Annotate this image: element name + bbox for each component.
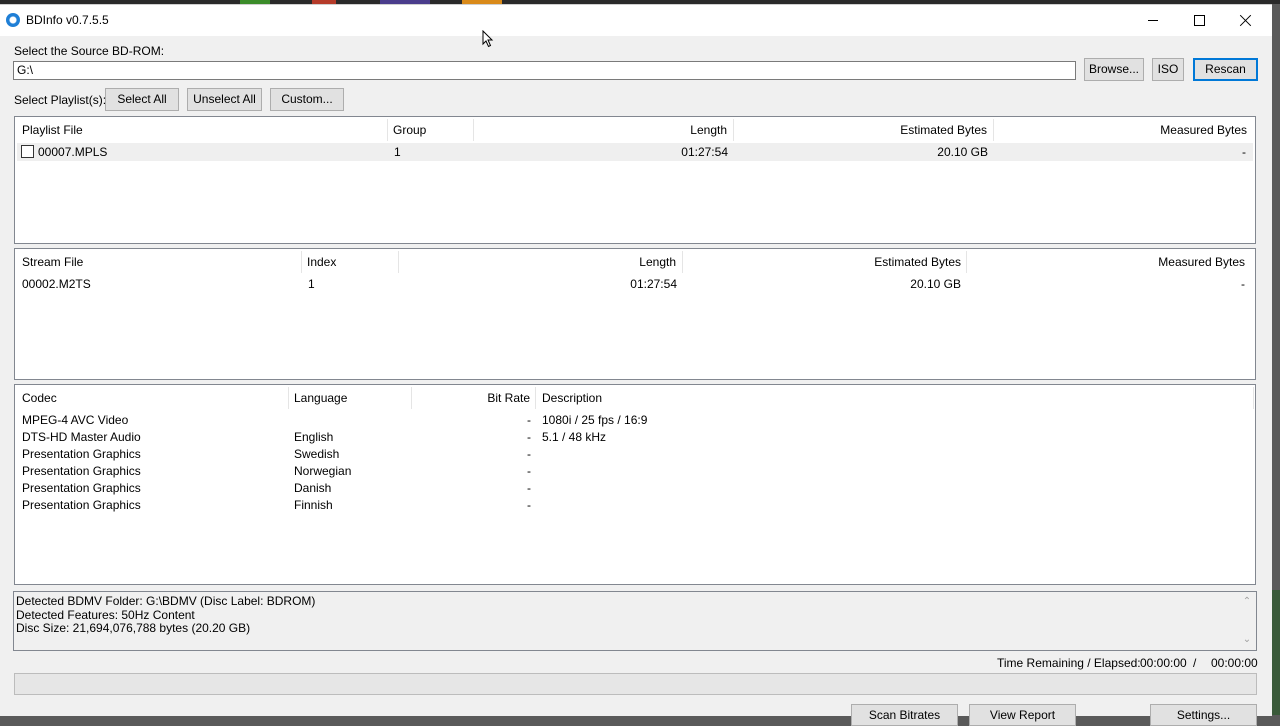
- bdinfo-window: BDInfo v0.7.5.5 Select the Source BD-ROM…: [0, 4, 1272, 726]
- info-line-folder: Detected BDMV Folder: G:\BDMV (Disc Labe…: [16, 594, 316, 608]
- stream-measured-cell: -: [1241, 277, 1245, 291]
- scroll-down-icon[interactable]: ⌄: [1241, 634, 1253, 645]
- bit-rate-cell: -: [527, 498, 531, 512]
- info-line-features: Detected Features: 50Hz Content: [16, 608, 195, 622]
- playlist-checkbox[interactable]: [21, 145, 34, 158]
- playlist-list[interactable]: Playlist File Group Length Estimated Byt…: [14, 116, 1256, 244]
- disc-info-textbox[interactable]: Detected BDMV Folder: G:\BDMV (Disc Labe…: [13, 591, 1257, 651]
- codec-cell: MPEG-4 AVC Video: [22, 413, 129, 427]
- column-header-bit-rate[interactable]: Bit Rate: [413, 391, 530, 405]
- language-cell: Swedish: [294, 447, 340, 461]
- maximize-button[interactable]: [1176, 5, 1222, 36]
- source-path-input[interactable]: G:\: [13, 61, 1076, 80]
- scroll-up-icon[interactable]: ⌃: [1241, 596, 1253, 607]
- column-header-stream-file[interactable]: Stream File: [22, 255, 83, 269]
- codec-cell: DTS-HD Master Audio: [22, 430, 141, 444]
- codec-cell: Presentation Graphics: [22, 481, 141, 495]
- time-separator: /: [1193, 656, 1197, 670]
- column-header-length[interactable]: Length: [400, 255, 676, 269]
- time-label: Time Remaining / Elapsed:: [997, 656, 1141, 670]
- stream-list[interactable]: Stream File Index Length Estimated Bytes…: [14, 248, 1256, 380]
- playlist-label: Select Playlist(s):: [14, 93, 107, 107]
- bdinfo-app-icon: [6, 13, 20, 27]
- column-header-length[interactable]: Length: [475, 123, 727, 137]
- minimize-icon: [1148, 20, 1158, 21]
- maximize-icon: [1194, 15, 1205, 26]
- browse-button[interactable]: Browse...: [1084, 58, 1144, 81]
- stream-estimated-cell: 20.10 GB: [910, 277, 961, 291]
- column-header-estimated-bytes[interactable]: Estimated Bytes: [684, 255, 961, 269]
- playlist-measured-cell: -: [1242, 145, 1246, 159]
- bit-rate-cell: -: [527, 413, 531, 427]
- scan-bitrates-button[interactable]: Scan Bitrates: [851, 704, 958, 726]
- column-header-estimated-bytes[interactable]: Estimated Bytes: [735, 123, 987, 137]
- settings-button[interactable]: Settings...: [1150, 704, 1257, 726]
- scan-progress-bar: [14, 673, 1257, 695]
- column-header-measured-bytes[interactable]: Measured Bytes: [995, 123, 1247, 137]
- description-cell: 1080i / 25 fps / 16:9: [542, 413, 648, 427]
- column-header-description[interactable]: Description: [542, 391, 602, 405]
- language-cell: Norwegian: [294, 464, 352, 478]
- codec-cell: Presentation Graphics: [22, 464, 141, 478]
- playlist-file-cell: 00007.MPLS: [38, 145, 108, 159]
- bit-rate-cell: -: [527, 447, 531, 461]
- language-cell: English: [294, 430, 334, 444]
- time-remaining: 00:00:00: [1140, 656, 1187, 670]
- description-cell: 5.1 / 48 kHz: [542, 430, 607, 444]
- language-cell: Finnish: [294, 498, 333, 512]
- close-button[interactable]: [1222, 5, 1268, 36]
- bit-rate-cell: -: [527, 430, 531, 444]
- column-header-language[interactable]: Language: [294, 391, 347, 405]
- stream-file-cell[interactable]: 00002.M2TS: [22, 277, 91, 291]
- stream-length-cell: 01:27:54: [630, 277, 677, 291]
- column-header-group[interactable]: Group: [393, 123, 426, 137]
- playlist-group-cell: 1: [394, 145, 401, 159]
- column-header-index[interactable]: Index: [307, 255, 336, 269]
- iso-button[interactable]: ISO: [1152, 58, 1184, 81]
- codec-cell: Presentation Graphics: [22, 447, 141, 461]
- minimize-button[interactable]: [1130, 5, 1176, 36]
- select-all-button[interactable]: Select All: [105, 88, 179, 111]
- desktop-background-edge: [1272, 590, 1280, 715]
- language-cell: Danish: [294, 481, 332, 495]
- column-header-codec[interactable]: Codec: [22, 391, 57, 405]
- column-header-playlist-file[interactable]: Playlist File: [22, 123, 83, 137]
- rescan-button[interactable]: Rescan: [1193, 58, 1258, 81]
- close-icon: [1240, 14, 1252, 26]
- custom-button[interactable]: Custom...: [270, 88, 344, 111]
- info-line-size: Disc Size: 21,694,076,788 bytes (20.20 G…: [16, 621, 251, 635]
- playlist-estimated-cell: 20.10 GB: [937, 145, 988, 159]
- source-label: Select the Source BD-ROM:: [14, 44, 165, 58]
- title-bar[interactable]: BDInfo v0.7.5.5: [0, 5, 1272, 36]
- codec-cell: Presentation Graphics: [22, 498, 141, 512]
- playlist-length-cell: 01:27:54: [681, 145, 728, 159]
- unselect-all-button[interactable]: Unselect All: [187, 88, 262, 111]
- window-title: BDInfo v0.7.5.5: [26, 13, 109, 27]
- column-header-measured-bytes[interactable]: Measured Bytes: [968, 255, 1245, 269]
- codec-list[interactable]: Codec Language Bit Rate Description MPEG…: [14, 384, 1256, 585]
- mouse-cursor-icon: [482, 30, 494, 48]
- view-report-button[interactable]: View Report: [969, 704, 1076, 726]
- time-elapsed: 00:00:00: [1211, 656, 1258, 670]
- bit-rate-cell: -: [527, 481, 531, 495]
- stream-index-cell: 1: [308, 277, 315, 291]
- bit-rate-cell: -: [527, 464, 531, 478]
